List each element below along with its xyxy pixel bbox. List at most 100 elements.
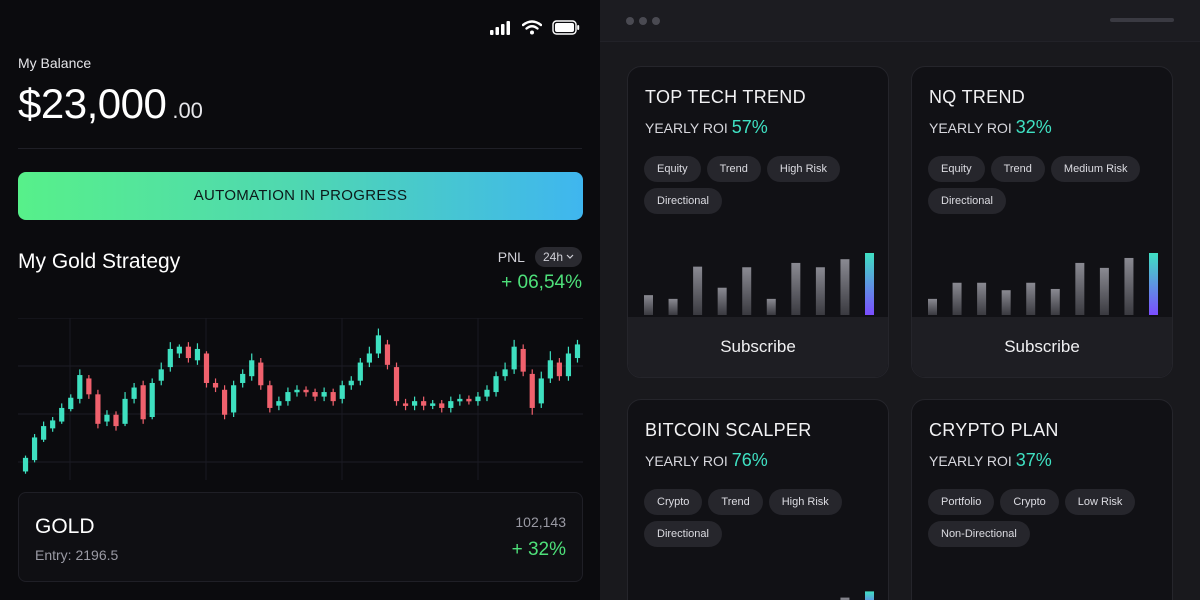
tag-list: Crypto Trend High Risk Directional [644, 489, 874, 547]
candle-up [375, 335, 382, 354]
candle-down [303, 389, 309, 393]
candle-up [511, 346, 517, 370]
performance-bar [644, 295, 653, 315]
pnl-header: PNL 24h [498, 247, 582, 267]
candle-up [158, 369, 164, 381]
strategy-card-bitcoin-scalper[interactable]: BITCOIN SCALPER YEARLY ROI 76% Crypto Tren… [627, 399, 889, 600]
strategy-tag: High Risk [766, 156, 840, 182]
candle-down [86, 378, 92, 395]
candle-down [393, 367, 400, 402]
asset-change: + 32% [511, 539, 566, 560]
candle-down [384, 344, 391, 365]
candle-up [448, 401, 454, 408]
candle-down [258, 362, 264, 386]
strategy-title: My Gold Strategy [18, 250, 181, 273]
roi-label: YEARLY ROI [929, 453, 1012, 469]
performance-bar [977, 282, 987, 315]
strategy-tag: Directional [644, 188, 722, 214]
strategy-tag: Crypto [644, 489, 703, 515]
balance-amount: $23,000 .00 [18, 80, 203, 128]
divider [18, 148, 582, 149]
strategy-card-nq-trend[interactable]: NQ TREND YEARLY ROI 32% Equity Trend Medium… [911, 66, 1173, 378]
performance-bar [1050, 288, 1060, 315]
strategy-tag: Equity [644, 156, 701, 182]
candle-up [31, 437, 38, 461]
candle-up [249, 360, 255, 377]
candle-down [267, 385, 273, 408]
candle-up [59, 407, 65, 422]
strategy-tag: Trend [708, 489, 763, 515]
yearly-roi: YEARLY ROI 57% [645, 117, 768, 138]
candle-up [430, 403, 436, 406]
candle-down [140, 385, 146, 420]
performance-bar-latest [1149, 253, 1158, 315]
automation-status-button[interactable]: AUTOMATION IN PROGRESS [18, 172, 583, 220]
performance-bar [1075, 262, 1085, 315]
performance-bar [1026, 282, 1036, 315]
roi-label: YEARLY ROI [929, 120, 1012, 136]
card-title: TOP TECH TREND [645, 87, 806, 107]
candle-up [176, 346, 182, 354]
candle-up [77, 375, 83, 399]
performance-bars [644, 253, 874, 315]
candle-down [221, 389, 228, 415]
asset-card-gold[interactable]: GOLD Entry: 2196.5 102,143 + 32% [18, 492, 583, 582]
candle-up [122, 398, 128, 424]
candle-down [421, 401, 427, 406]
strategy-tag: High Risk [768, 489, 842, 515]
window-dot[interactable] [652, 17, 660, 25]
candle-up [50, 420, 56, 429]
yearly-roi: YEARLY ROI 37% [929, 450, 1052, 471]
mobile-panel: My Balance $23,000 .00 AUTOMATION IN PRO… [0, 0, 600, 600]
card-title: BITCOIN SCALPER [645, 420, 812, 440]
asset-price: 102,143 [515, 514, 566, 530]
candle-up [22, 457, 29, 472]
window-topbar [600, 0, 1200, 42]
period-dropdown[interactable]: 24h [534, 247, 582, 267]
roi-label: YEARLY ROI [645, 453, 728, 469]
candle-up [41, 426, 47, 440]
subscribe-button[interactable]: Subscribe [628, 317, 888, 377]
candle-up [194, 348, 201, 361]
balance-cents: .00 [172, 98, 203, 123]
tag-list: Equity Trend High Risk Directional [644, 156, 874, 214]
candle-down [466, 398, 472, 402]
candle-down [520, 348, 526, 372]
performance-bar [742, 267, 752, 315]
candle-down [439, 403, 445, 408]
candle-up [475, 396, 481, 402]
candle-up [276, 401, 282, 406]
strategy-tag: Portfolio [928, 489, 995, 515]
strategy-tag: Directional [644, 521, 722, 547]
subscribe-button[interactable]: Subscribe [912, 317, 1172, 377]
candle-down [402, 403, 409, 406]
performance-bar [815, 267, 825, 315]
candle-up [574, 344, 581, 359]
strategy-tag: Trend [990, 156, 1045, 182]
candle-down [212, 382, 219, 388]
candle-up [457, 398, 463, 402]
performance-bar [952, 282, 962, 315]
performance-bar [928, 298, 937, 315]
candle-up [149, 382, 155, 418]
candle-up [339, 385, 345, 399]
candle-down [113, 414, 119, 427]
candlestick-chart [18, 318, 583, 480]
asset-name: GOLD [35, 515, 95, 538]
strategies-panel: TOP TECH TREND YEARLY ROI 57% Equity Trend… [600, 0, 1200, 600]
candle-up [412, 401, 418, 406]
tag-list: Equity Trend Medium Risk Directional [928, 156, 1158, 214]
candle-up [493, 376, 499, 393]
performance-bar [766, 298, 776, 315]
performance-bars [928, 253, 1158, 315]
card-title: NQ TREND [929, 87, 1026, 107]
window-dot[interactable] [626, 17, 634, 25]
strategy-card-crypto-plan[interactable]: CRYPTO PLAN YEARLY ROI 37% Portfolio Crypt… [911, 399, 1173, 600]
pnl-label: PNL [497, 249, 525, 265]
strategy-tag: Equity [928, 156, 985, 182]
strategy-tag: Directional [928, 188, 1006, 214]
candle-up [294, 389, 300, 393]
status-bar [490, 20, 580, 35]
window-dot[interactable] [639, 17, 647, 25]
strategy-card-top-tech-trend[interactable]: TOP TECH TREND YEARLY ROI 57% Equity Trend… [627, 66, 889, 378]
